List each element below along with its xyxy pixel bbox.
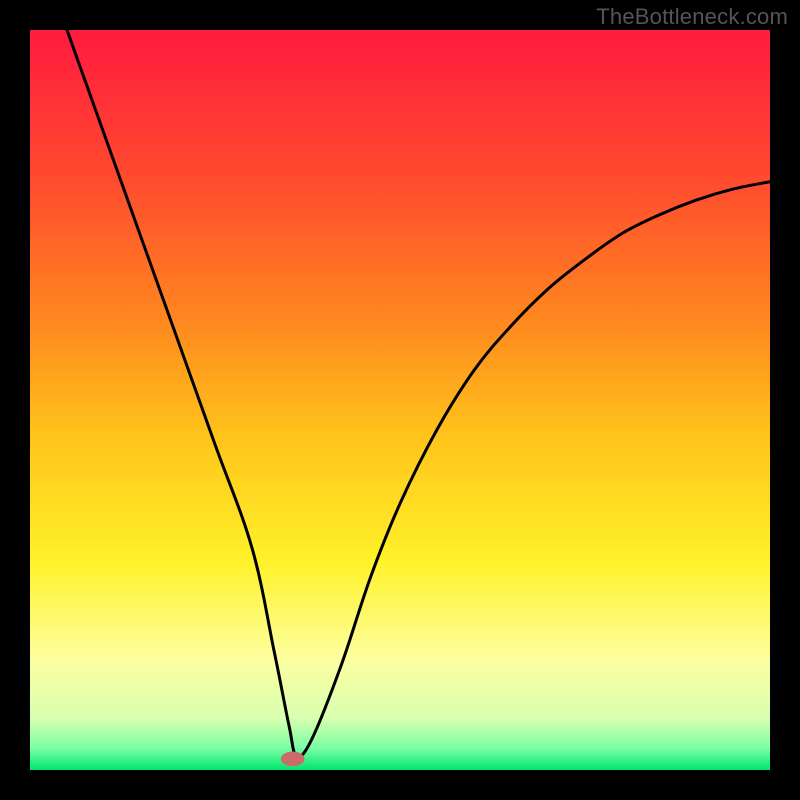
watermark-text: TheBottleneck.com bbox=[596, 4, 788, 30]
gradient-background bbox=[30, 30, 770, 770]
chart-frame: TheBottleneck.com bbox=[0, 0, 800, 800]
plot-svg bbox=[30, 30, 770, 770]
plot-area bbox=[30, 30, 770, 770]
optimum-marker bbox=[281, 752, 305, 767]
